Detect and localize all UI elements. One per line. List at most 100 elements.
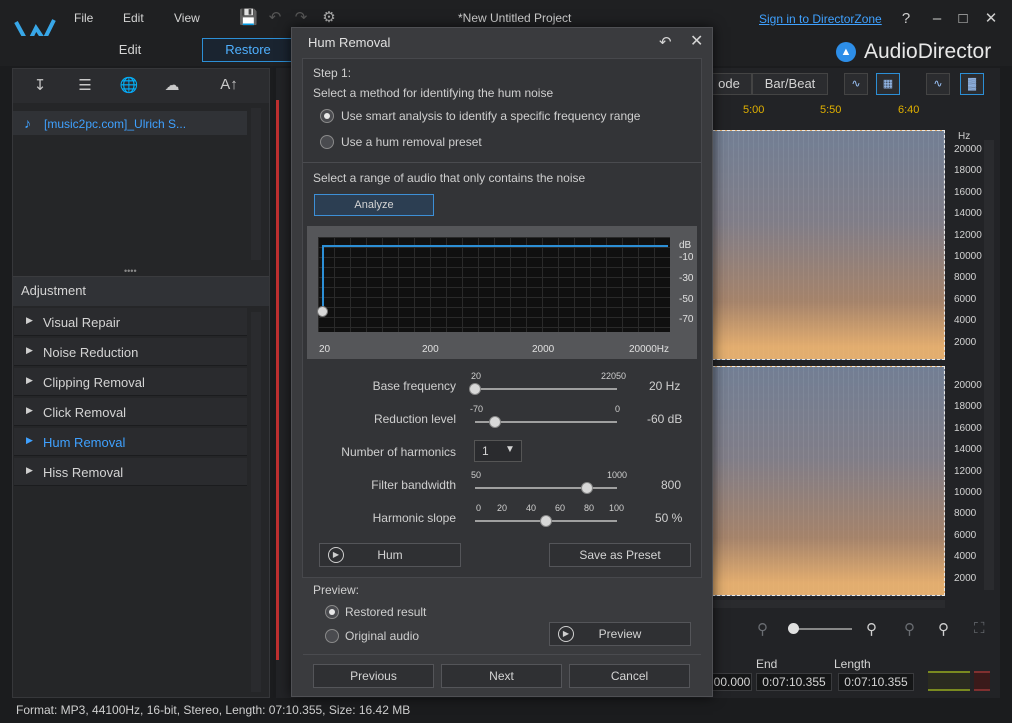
chevron-down-icon: ▼ bbox=[505, 444, 515, 455]
zoom-slider-thumb[interactable] bbox=[788, 623, 799, 634]
end-time-field[interactable]: 0:07:10.355 bbox=[756, 673, 832, 691]
start-time-field[interactable]: 00.000 bbox=[712, 673, 752, 691]
panel-resize-handle[interactable]: •••• bbox=[124, 266, 137, 276]
expand-arrow-icon: ▶ bbox=[26, 435, 33, 445]
preview-button[interactable]: ▶ Preview bbox=[549, 622, 691, 646]
response-curve bbox=[322, 245, 668, 247]
base-frequency-value: 20 Hz bbox=[649, 379, 681, 393]
response-curve-notch bbox=[322, 245, 324, 311]
frequency-graph[interactable] bbox=[318, 237, 670, 332]
hz-axis-label: 16000 bbox=[954, 422, 982, 434]
hz-axis-label: 10000 bbox=[954, 251, 982, 262]
preset-label: Use a hum removal preset bbox=[341, 135, 482, 149]
db-label: -50 bbox=[679, 294, 694, 305]
spectral-edit-icon[interactable]: ▦ bbox=[876, 73, 900, 95]
harmonics-select[interactable]: 1 ▼ bbox=[474, 440, 522, 462]
slider-min: -70 bbox=[470, 404, 484, 414]
hz-axis-label: 8000 bbox=[954, 272, 977, 284]
tab-edit[interactable]: Edit bbox=[84, 38, 176, 62]
fit-view-icon[interactable]: ⛶ bbox=[974, 620, 985, 637]
menu-file[interactable]: File bbox=[74, 11, 93, 25]
adjustment-title: Adjustment bbox=[21, 283, 87, 298]
adjustment-click-removal[interactable]: ▶ Click Removal bbox=[14, 398, 247, 426]
playlist-icon[interactable]: ☰ bbox=[74, 76, 96, 96]
waveform-icon[interactable]: ∿ bbox=[926, 73, 950, 95]
hz-axis-label: 12000 bbox=[954, 229, 982, 241]
tab-restore[interactable]: Restore bbox=[202, 38, 294, 62]
save-preset-button[interactable]: Save as Preset bbox=[549, 543, 691, 567]
zoom-out-icon[interactable]: ⚲ bbox=[757, 620, 768, 638]
slider-min: 20 bbox=[471, 371, 482, 381]
adjustment-hum-removal[interactable]: ▶ Hum Removal bbox=[14, 428, 247, 456]
adjustment-scrollbar[interactable] bbox=[251, 312, 261, 692]
horizontal-scrollbar[interactable] bbox=[712, 600, 945, 608]
preset-radio[interactable] bbox=[320, 135, 334, 149]
slope-tick-label: 20 bbox=[497, 503, 508, 513]
hz-axis-label: 18000 bbox=[954, 401, 982, 413]
restored-result-radio[interactable] bbox=[325, 605, 339, 619]
length-time-field[interactable]: 0:07:10.355 bbox=[838, 673, 914, 691]
music-note-icon: ♪ bbox=[24, 115, 31, 131]
harmonic-slope-thumb[interactable] bbox=[540, 515, 552, 527]
signin-link[interactable]: Sign in to DirectorZone bbox=[759, 12, 882, 26]
adjustment-label: Hum Removal bbox=[43, 435, 126, 450]
adjustment-noise-reduction[interactable]: ▶ Noise Reduction bbox=[14, 338, 247, 366]
minimize-icon[interactable]: – bbox=[928, 10, 946, 28]
bar-beat-button[interactable]: Bar/Beat bbox=[752, 73, 828, 95]
reset-icon[interactable]: ↶ bbox=[659, 33, 672, 51]
library-scrollbar[interactable] bbox=[251, 108, 261, 260]
globe-icon[interactable]: 🌐 bbox=[118, 76, 140, 96]
save-icon[interactable]: 💾 bbox=[239, 9, 258, 27]
previous-button[interactable]: Previous bbox=[313, 664, 434, 688]
spectrogram-icon[interactable]: ▓ bbox=[960, 73, 984, 95]
adjustment-visual-repair[interactable]: ▶ Visual Repair bbox=[14, 308, 247, 336]
project-title: *New Untitled Project bbox=[458, 11, 572, 25]
sort-icon[interactable]: A↑ bbox=[215, 76, 243, 96]
filter-bandwidth-track[interactable] bbox=[475, 487, 617, 489]
smart-analysis-radio[interactable] bbox=[320, 109, 334, 123]
hum-play-button[interactable]: ▶ Hum bbox=[319, 543, 461, 567]
menu-edit[interactable]: Edit bbox=[123, 11, 144, 25]
settings-gear-icon[interactable]: ⚙ bbox=[320, 9, 338, 27]
harmonics-label: Number of harmonics bbox=[341, 445, 456, 459]
hz-axis-label: 20000 bbox=[954, 380, 982, 391]
time-marker: 5:00 bbox=[743, 104, 765, 116]
waveform-view-icon[interactable]: ∿ bbox=[844, 73, 868, 95]
undo-icon[interactable]: ↶ bbox=[266, 9, 284, 27]
import-icon[interactable]: ↧ bbox=[29, 76, 51, 96]
dialog-close-icon[interactable]: ✕ bbox=[690, 31, 703, 51]
preview-button-label: Preview bbox=[598, 627, 642, 641]
vertical-zoom-in-icon[interactable]: ⚲ bbox=[938, 620, 949, 638]
base-frequency-track[interactable] bbox=[475, 388, 617, 390]
spectrogram-right-channel[interactable] bbox=[712, 366, 945, 596]
dialog-title: Hum Removal bbox=[308, 35, 391, 50]
help-button[interactable]: ? bbox=[897, 10, 915, 28]
status-bar: Format: MP3, 44100Hz, 16-bit, Stereo, Le… bbox=[16, 703, 411, 717]
adjustment-hiss-removal[interactable]: ▶ Hiss Removal bbox=[14, 458, 247, 486]
graph-handle[interactable] bbox=[317, 306, 328, 317]
menu-view[interactable]: View bbox=[174, 11, 200, 25]
maximize-icon[interactable]: □ bbox=[954, 10, 972, 28]
hz-unit-label: Hz bbox=[958, 131, 971, 142]
level-meter bbox=[928, 671, 970, 691]
base-frequency-thumb[interactable] bbox=[469, 383, 481, 395]
original-audio-radio[interactable] bbox=[325, 629, 339, 643]
next-button[interactable]: Next bbox=[441, 664, 562, 688]
zoom-slider-track[interactable] bbox=[792, 628, 852, 630]
cloud-icon[interactable]: ☁ bbox=[161, 76, 183, 96]
divider bbox=[303, 162, 701, 163]
spectrogram-scrollbar[interactable] bbox=[984, 140, 994, 590]
adjustment-clipping-removal[interactable]: ▶ Clipping Removal bbox=[14, 368, 247, 396]
harmonic-slope-label: Harmonic slope bbox=[372, 511, 456, 525]
zoom-in-icon[interactable]: ⚲ bbox=[866, 620, 877, 638]
filter-bandwidth-label: Filter bandwidth bbox=[371, 478, 456, 492]
original-audio-label: Original audio bbox=[345, 629, 420, 643]
vertical-zoom-out-icon[interactable]: ⚲ bbox=[904, 620, 915, 638]
freq-label: 2000 bbox=[532, 344, 555, 355]
analyze-button[interactable]: Analyze bbox=[314, 194, 434, 216]
close-icon[interactable]: ✕ bbox=[982, 10, 1000, 28]
spectrogram-left-channel[interactable] bbox=[712, 130, 945, 360]
cancel-button[interactable]: Cancel bbox=[569, 664, 690, 688]
redo-icon[interactable]: ↷ bbox=[292, 9, 310, 27]
reduction-level-thumb[interactable] bbox=[488, 416, 501, 428]
